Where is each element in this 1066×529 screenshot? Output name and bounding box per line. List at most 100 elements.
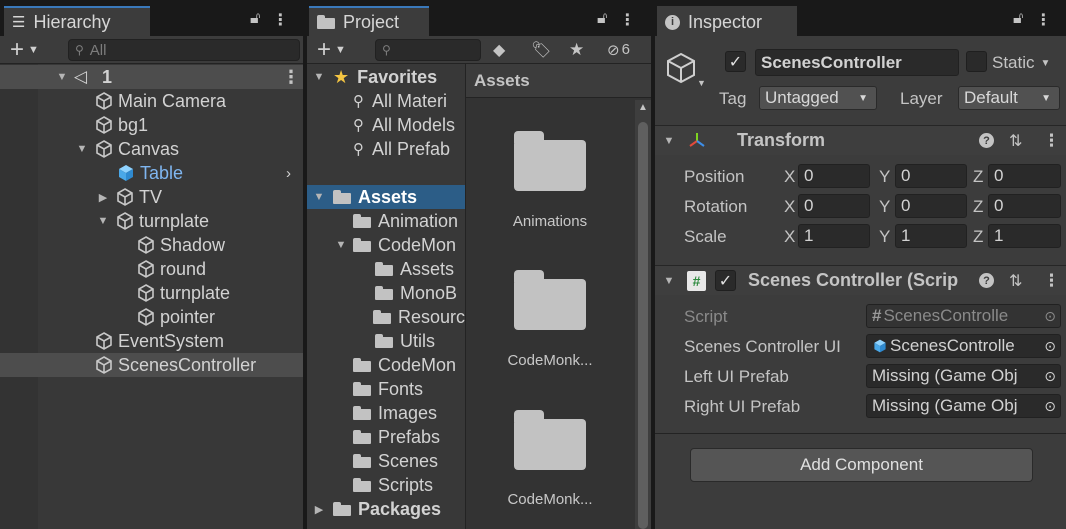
expand-arrow-icon[interactable]: ▼ [56,71,68,83]
lock-icon[interactable]: 🔓︎ [1013,10,1023,30]
static-dropdown[interactable]: Static ▼ [992,53,1050,73]
expand-arrow-icon[interactable]: ▼ [663,275,675,287]
expand-arrow-icon[interactable]: ▼ [663,135,675,147]
folder-item[interactable]: Prefabs [307,425,465,449]
folder-item[interactable]: ▼ CodeMon [307,233,465,257]
favorite-item[interactable]: ⚲ All Prefab [307,137,465,161]
object-name-field[interactable]: ScenesController [755,49,959,76]
hierarchy-item[interactable]: ▼ turnplate [0,209,303,233]
left-ui-prefab-field[interactable]: Missing (Game Obj ⊙ [866,364,1061,388]
scale-z-field[interactable]: 1 [988,224,1061,248]
favorite-item[interactable]: ⚲ All Models [307,113,465,137]
folder-item[interactable]: Assets [307,257,465,281]
create-button[interactable]: + ▼ [0,36,39,64]
script-component-header[interactable]: ▼ # ✓ Scenes Controller (Scrip ? ⇅ ⋮ [655,265,1066,295]
presets-icon[interactable]: ⇅ [1009,271,1022,291]
component-more-icon[interactable]: ⋮ [1043,271,1060,291]
folder-item[interactable]: Resourc [307,305,465,329]
breadcrumb-item[interactable]: Assets [474,71,530,91]
project-search-input[interactable]: ⚲ [375,39,481,61]
gameobject-large-icon[interactable] [665,50,699,86]
rotation-x-field[interactable]: 0 [798,194,870,218]
help-icon[interactable]: ? [979,273,994,288]
packages-row[interactable]: ▶ Packages [307,497,465,521]
favorites-star-icon[interactable]: ★ [569,40,584,60]
asset-folder-icon[interactable] [514,410,586,470]
right-ui-prefab-field[interactable]: Missing (Game Obj ⊙ [866,394,1061,418]
folder-item[interactable]: Scripts [307,473,465,497]
help-icon[interactable]: ? [979,133,994,148]
scrollbar[interactable]: ▲ [635,100,651,529]
position-y-field[interactable]: 0 [895,164,967,188]
position-x-field[interactable]: 0 [798,164,870,188]
hierarchy-item-selected[interactable]: ScenesController [0,353,303,377]
search-by-type-icon[interactable]: ◆ [493,40,505,60]
layer-dropdown[interactable]: Default ▼ [958,86,1060,110]
folder-item[interactable]: Scenes [307,449,465,473]
hierarchy-item[interactable]: round [0,257,303,281]
hierarchy-search-input[interactable]: ⚲ All [68,39,300,61]
collapse-arrow-icon[interactable]: ▶ [97,191,109,204]
collapse-arrow-icon[interactable]: ▶ [313,503,325,516]
folder-item[interactable]: Utils [307,329,465,353]
asset-folder-icon[interactable] [514,270,586,330]
hierarchy-item[interactable]: Shadow [0,233,303,257]
favorites-header[interactable]: ▼ ★ Favorites [307,65,465,89]
more-options-icon[interactable]: ⋮ [1035,10,1051,30]
presets-icon[interactable]: ⇅ [1009,131,1022,151]
scene-row[interactable]: ▼ ◁ 1 ⋮ [0,65,303,89]
expand-arrow-icon[interactable]: ▼ [313,191,325,203]
more-options-icon[interactable]: ⋮ [619,10,635,30]
expand-arrow-icon[interactable]: ▼ [76,143,88,155]
assets-folder-row[interactable]: ▼ Assets [307,185,465,209]
transform-header[interactable]: ▼ Transform ? ⇅ ⋮ [655,125,1066,155]
lock-icon[interactable]: 🔓︎ [250,10,260,30]
hierarchy-item[interactable]: Main Camera [0,89,303,113]
rotation-z-field[interactable]: 0 [988,194,1061,218]
object-picker-icon[interactable]: ⊙ [1044,398,1056,415]
scroll-up-icon[interactable]: ▲ [638,102,648,113]
object-picker-icon[interactable]: ⊙ [1044,368,1056,385]
folder-item[interactable]: Animation [307,209,465,233]
chevron-right-icon[interactable]: › [286,165,291,182]
component-enabled-checkbox[interactable]: ✓ [715,270,736,291]
asset-folder-icon[interactable] [514,131,586,191]
position-z-field[interactable]: 0 [988,164,1061,188]
scrollbar-thumb[interactable] [638,122,648,529]
hierarchy-item[interactable]: ▼ Canvas [0,137,303,161]
folder-item[interactable]: CodeMon [307,353,465,377]
hierarchy-item[interactable]: pointer [0,305,303,329]
add-component-button[interactable]: Add Component [690,448,1033,482]
hierarchy-item[interactable]: EventSystem [0,329,303,353]
tag-dropdown[interactable]: Untagged ▼ [759,86,877,110]
hierarchy-item[interactable]: bg1 [0,113,303,137]
more-options-icon[interactable]: ⋮ [272,10,288,30]
static-checkbox[interactable] [966,51,987,72]
hierarchy-item[interactable]: ▶ TV [0,185,303,209]
folder-item[interactable]: Images [307,401,465,425]
scale-y-field[interactable]: 1 [895,224,967,248]
folder-item[interactable]: MonoB [307,281,465,305]
expand-arrow-icon[interactable]: ▼ [97,215,109,227]
hidden-packages-icon[interactable]: ⊘ 6 [607,41,630,59]
create-button[interactable]: + ▼ [307,36,346,64]
hierarchy-item[interactable]: turnplate [0,281,303,305]
scale-x-field[interactable]: 1 [798,224,870,248]
favorite-item[interactable]: ⚲ All Materi [307,89,465,113]
search-by-label-icon[interactable]: 🏷︎ [531,40,551,60]
icon-dropdown-caret-icon[interactable]: ▼ [697,78,706,88]
tab-inspector[interactable]: i Inspector [657,6,797,36]
scene-more-icon[interactable]: ⋮ [282,67,300,88]
expand-arrow-icon[interactable]: ▼ [313,71,325,83]
object-picker-icon[interactable]: ⊙ [1044,338,1056,355]
hierarchy-item-prefab[interactable]: Table › [0,161,303,185]
component-more-icon[interactable]: ⋮ [1043,131,1060,151]
lock-icon[interactable]: 🔓︎ [597,10,607,30]
rotation-y-field[interactable]: 0 [895,194,967,218]
tab-project[interactable]: Project [309,6,429,36]
expand-arrow-icon[interactable]: ▼ [335,239,347,251]
tab-hierarchy[interactable]: ☰ Hierarchy [4,6,150,36]
scenes-controller-ui-field[interactable]: ScenesControlle ⊙ [866,334,1061,358]
active-checkbox[interactable]: ✓ [725,51,746,72]
folder-item[interactable]: Fonts [307,377,465,401]
